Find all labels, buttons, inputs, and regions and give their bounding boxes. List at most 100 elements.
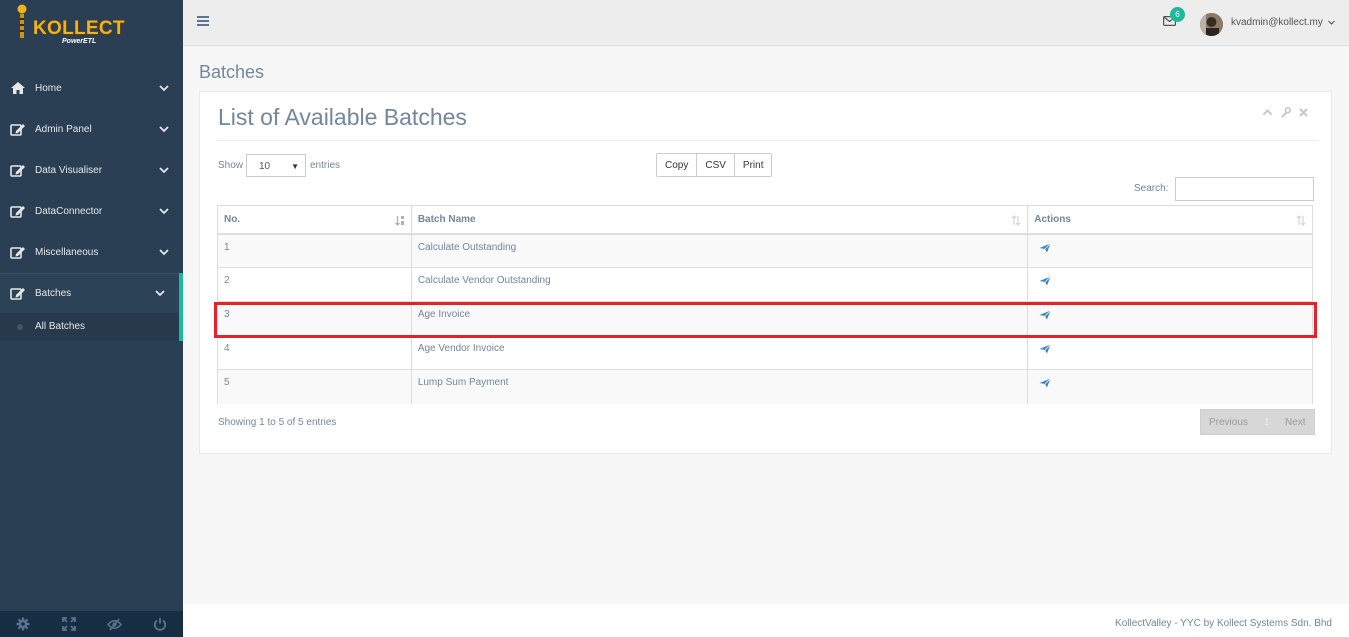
batches-table: No. Batch Name Actions 1 Calculate Outst… (217, 205, 1313, 404)
run-batch-icon[interactable] (1039, 378, 1052, 388)
sidebar-item-home[interactable]: Home (0, 68, 183, 109)
table-row[interactable]: 1 Calculate Outstanding (217, 233, 1313, 268)
sort-both-icon (1011, 215, 1021, 226)
csv-button[interactable]: CSV (696, 153, 735, 177)
run-batch-icon[interactable] (1039, 344, 1052, 354)
chevron-down-icon (159, 208, 169, 215)
fullscreen-icon (61, 617, 76, 631)
panel-divider (217, 140, 1318, 141)
table-row[interactable]: 4 Age Vendor Invoice (217, 335, 1313, 370)
column-header-batch-name[interactable]: Batch Name (410, 205, 1029, 235)
edit-icon (10, 288, 25, 300)
table-info: Showing 1 to 5 of 5 entries (218, 417, 337, 428)
sidebar-item-data-visualiser[interactable]: Data Visualiser (0, 150, 183, 191)
print-button[interactable]: Print (733, 153, 773, 177)
chevron-down-icon (159, 167, 169, 174)
fullscreen-button[interactable] (46, 611, 92, 637)
edit-icon (10, 247, 25, 259)
menu-toggle-icon[interactable] (197, 15, 209, 27)
cell-batch-name: Age Vendor Invoice (410, 335, 1029, 370)
cell-actions (1027, 335, 1313, 370)
chevron-down-icon (159, 126, 169, 133)
column-header-label: No. (224, 213, 241, 225)
cell-no: 4 (217, 335, 412, 370)
search-input[interactable] (1175, 177, 1314, 201)
bullet-icon (17, 324, 23, 330)
table-row[interactable]: 5 Lump Sum Payment (217, 369, 1313, 404)
logo-brand-text: KOLLECT (33, 18, 125, 39)
panel-toolbox (1262, 107, 1309, 118)
cell-no: 1 (217, 233, 412, 268)
column-header-no[interactable]: No. (217, 205, 412, 235)
edit-icon (10, 165, 25, 177)
edit-icon (10, 206, 25, 218)
table-row[interactable]: 2 Calculate Vendor Outstanding (217, 267, 1313, 302)
page-footer: KollectValley - YYC by Kollect Systems S… (183, 604, 1349, 637)
panel-title: List of Available Batches (218, 104, 467, 130)
sidebar-menu: Home Admin Panel Data Visualiser DataCon… (0, 68, 183, 341)
cell-batch-name: Lump Sum Payment (410, 369, 1029, 404)
power-icon (154, 617, 167, 631)
sidebar-item-miscellaneous[interactable]: Miscellaneous (0, 232, 183, 273)
user-avatar[interactable] (1200, 13, 1223, 36)
logout-button[interactable] (137, 611, 183, 637)
sidebar-item-batches[interactable]: Batches (0, 273, 183, 313)
close-icon[interactable] (1298, 107, 1309, 118)
copy-button[interactable]: Copy (656, 153, 698, 177)
chevron-down-icon (159, 85, 169, 92)
collapse-icon[interactable] (1262, 107, 1273, 118)
cell-batch-name: Calculate Vendor Outstanding (410, 267, 1029, 302)
home-icon (11, 82, 25, 94)
run-batch-icon[interactable] (1039, 310, 1052, 320)
pagination: Previous 1 Next (1200, 409, 1315, 435)
sort-both-icon (1296, 215, 1306, 226)
table-row[interactable]: 3 Age Invoice (217, 301, 1313, 336)
run-batch-icon[interactable] (1039, 242, 1052, 253)
sidebar-item-dataconnector[interactable]: DataConnector (0, 191, 183, 232)
page-title: Batches (199, 62, 265, 82)
sort-asc-icon (394, 216, 404, 226)
entries-label: entries (310, 160, 341, 171)
top-navbar: 6 kvadmin@kollect.my (183, 0, 1349, 46)
logo-pin-icon (17, 4, 27, 38)
cell-batch-name: Calculate Outstanding (410, 233, 1029, 268)
sidebar-item-label: Miscellaneous (35, 247, 99, 258)
sidebar-item-label: Batches (35, 288, 72, 299)
user-menu[interactable]: kvadmin@kollect.my (1231, 17, 1323, 28)
chevron-down-icon (159, 249, 169, 256)
cell-no: 3 (217, 301, 412, 336)
chevron-down-icon (155, 290, 165, 297)
caret-down-icon: ▼ (291, 162, 299, 171)
cell-actions (1027, 233, 1313, 268)
table-header-row: No. Batch Name Actions (217, 205, 1313, 235)
run-batch-icon[interactable] (1039, 276, 1052, 286)
cell-actions (1027, 267, 1313, 302)
sidebar-item-label: Home (35, 83, 62, 94)
column-header-label: Actions (1034, 213, 1071, 225)
next-button[interactable]: Next (1285, 417, 1306, 428)
cell-no: 2 (217, 267, 412, 302)
edit-icon (10, 124, 25, 136)
cell-actions (1027, 301, 1313, 336)
page-number-button[interactable]: 1 (1264, 417, 1270, 428)
sidebar-item-label: Data Visualiser (35, 165, 103, 176)
settings-button[interactable] (0, 611, 46, 637)
kollect-logo[interactable]: KOLLECT PowerETL (16, 4, 125, 48)
sidebar-footer (0, 611, 183, 637)
sidebar-subitem-all-batches[interactable]: All Batches (0, 313, 183, 341)
page-size-select[interactable]: 10 ▼ (246, 154, 306, 177)
column-header-actions[interactable]: Actions (1027, 205, 1313, 235)
cell-batch-name: Age Invoice (410, 301, 1029, 336)
lock-screen-button[interactable] (92, 611, 138, 637)
logo-sub-text: PowerETL (62, 38, 97, 45)
chevron-down-icon[interactable] (1328, 19, 1335, 26)
export-buttons: Copy CSV Print (656, 153, 773, 177)
cell-no: 5 (217, 369, 412, 404)
show-label: Show (218, 160, 244, 171)
wrench-icon[interactable] (1280, 107, 1291, 118)
previous-button[interactable]: Previous (1209, 417, 1248, 428)
sidebar: KOLLECT PowerETL Home Admin Panel Data V… (0, 0, 183, 637)
sidebar-item-admin-panel[interactable]: Admin Panel (0, 109, 183, 150)
sidebar-item-label: Admin Panel (35, 124, 92, 135)
footer-text: KollectValley - YYC by Kollect Systems S… (1115, 618, 1332, 629)
